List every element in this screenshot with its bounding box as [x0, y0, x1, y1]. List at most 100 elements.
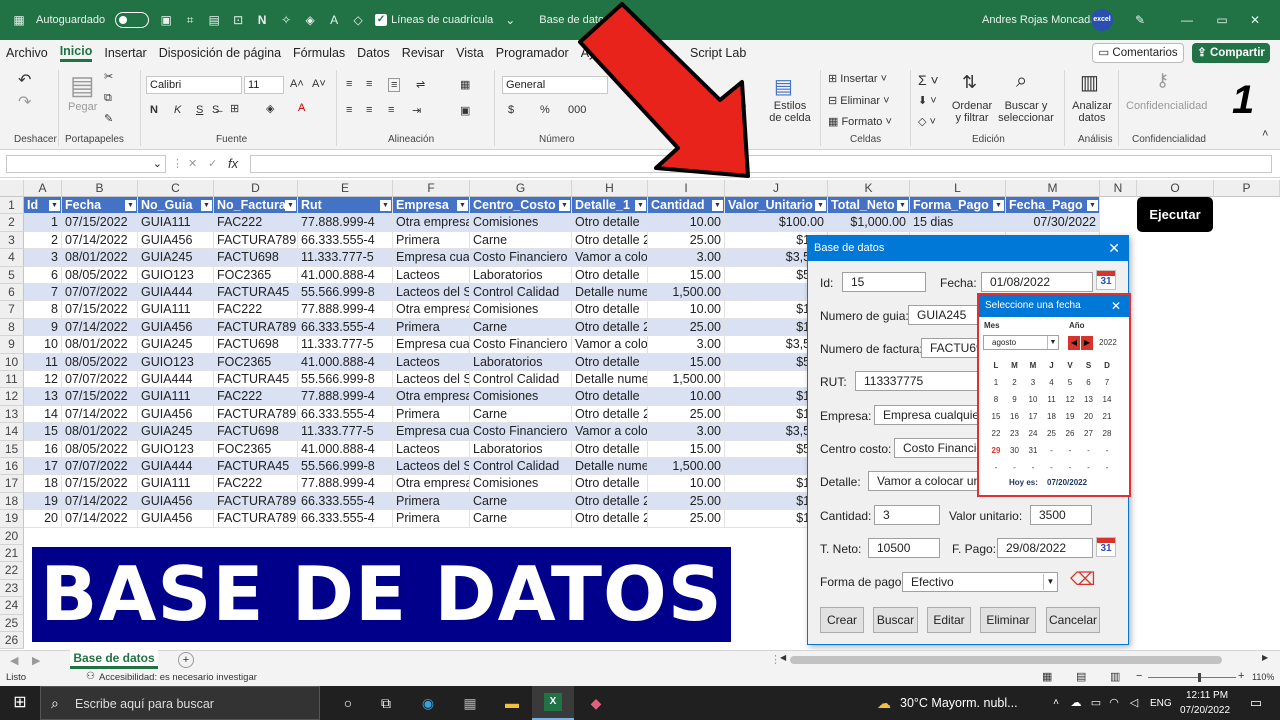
- table-header-cell[interactable]: Empresa ▼: [393, 197, 470, 215]
- calendar-day[interactable]: 8: [987, 395, 1005, 404]
- tab-base-de-datos[interactable]: Base de datos: [70, 650, 158, 669]
- filter-dropdown-icon[interactable]: ▼: [559, 200, 570, 211]
- calendar-day[interactable]: 29: [987, 446, 1005, 455]
- table-cell[interactable]: 07/14/2022: [62, 492, 138, 511]
- zoom-level[interactable]: 110%: [1252, 672, 1274, 682]
- table-cell[interactable]: GUIA456: [138, 510, 214, 528]
- table-cell[interactable]: 41.000.888-4: [298, 266, 393, 284]
- cantidad-field[interactable]: 3: [874, 505, 940, 525]
- column-header-k[interactable]: K: [828, 180, 910, 197]
- row-header-20[interactable]: 20: [0, 527, 24, 545]
- table-cell[interactable]: GUIO123: [138, 266, 214, 284]
- font-color-ribbon-icon[interactable]: A: [298, 102, 305, 114]
- table-cell[interactable]: 1,500.00: [648, 458, 725, 476]
- minimize-icon[interactable]: —: [1180, 13, 1194, 27]
- table-cell[interactable]: 07/15/2022: [62, 301, 138, 319]
- row-header-14[interactable]: 14: [0, 423, 24, 441]
- table-cell[interactable]: 25.00: [648, 231, 725, 250]
- fpago-field[interactable]: 29/08/2022: [997, 538, 1093, 558]
- fill-down-icon[interactable]: ⬇ ˅: [918, 94, 937, 107]
- paste-icon[interactable]: ▤: [207, 13, 221, 27]
- table-cell[interactable]: 25.00: [648, 510, 725, 528]
- table-cell[interactable]: 10.00: [648, 301, 725, 319]
- menu-insertar[interactable]: Insertar: [104, 46, 146, 60]
- table-header-cell[interactable]: Detalle_1 ▼: [572, 197, 648, 215]
- network-icon[interactable]: ▭: [1086, 693, 1106, 713]
- paste-icon-big[interactable]: ▤: [70, 70, 95, 101]
- table-cell[interactable]: 77.888.999-4: [298, 301, 393, 319]
- table-cell[interactable]: Costo Financiero: [470, 336, 572, 354]
- table-cell[interactable]: 07/07/2022: [62, 458, 138, 476]
- table-cell[interactable]: Otra empresa: [393, 475, 470, 493]
- empresa-field[interactable]: Empresa cualquiera: [874, 405, 978, 425]
- zoom-in-icon[interactable]: +: [1238, 670, 1244, 682]
- table-cell[interactable]: Lacteos del S: [393, 371, 470, 389]
- table-cell[interactable]: GUIA111: [138, 388, 214, 406]
- table-cell[interactable]: $100.00: [725, 214, 828, 232]
- excel-taskbar-icon[interactable]: X: [532, 686, 574, 720]
- weather-icon[interactable]: ☁: [874, 693, 894, 713]
- indent-icon[interactable]: ⇥: [412, 104, 421, 117]
- table-cell[interactable]: Otro detalle 2: [572, 510, 648, 528]
- table-header-cell[interactable]: No_Guia ▼: [138, 197, 214, 215]
- row-header-8[interactable]: 8: [0, 318, 24, 337]
- table-cell[interactable]: Control Calidad: [470, 371, 572, 389]
- filter-dropdown-icon[interactable]: ▼: [49, 200, 60, 211]
- table-cell[interactable]: 07/07/2022: [62, 371, 138, 389]
- calendar-day[interactable]: 28: [1098, 429, 1116, 438]
- table-cell[interactable]: 77.888.999-4: [298, 475, 393, 493]
- table-cell[interactable]: 17: [24, 458, 62, 476]
- table-cell[interactable]: 1,500.00: [648, 284, 725, 302]
- calendar-day[interactable]: 13: [1080, 395, 1098, 404]
- table-cell[interactable]: GUIA444: [138, 284, 214, 302]
- table-cell[interactable]: 15.00: [648, 440, 725, 458]
- table-cell[interactable]: 07/14/2022: [62, 405, 138, 424]
- table-cell[interactable]: GUIA245: [138, 423, 214, 441]
- table-cell[interactable]: 07/15/2022: [62, 214, 138, 232]
- column-header-o[interactable]: O: [1137, 180, 1214, 197]
- bold-icon[interactable]: N: [150, 104, 158, 116]
- table-cell[interactable]: Otro detalle: [572, 301, 648, 319]
- sort-filter-icon[interactable]: ⇅: [962, 72, 977, 93]
- task-view-icon[interactable]: ⧉: [376, 693, 396, 713]
- table-cell[interactable]: 55.566.999-8: [298, 284, 393, 302]
- table-cell[interactable]: 55.566.999-8: [298, 458, 393, 476]
- calendar-day[interactable]: 6: [1080, 378, 1098, 387]
- table-cell[interactable]: Carne: [470, 231, 572, 250]
- row-header-16[interactable]: 16: [0, 458, 24, 476]
- filter-dropdown-icon[interactable]: ▼: [380, 200, 391, 211]
- centro-field[interactable]: Costo Financiero: [894, 438, 978, 458]
- form-close-icon[interactable]: ✕: [1108, 236, 1120, 261]
- table-cell[interactable]: Vamor a colo: [572, 336, 648, 354]
- calendar-day[interactable]: 18: [1043, 412, 1061, 421]
- table-cell[interactable]: Lacteos: [393, 266, 470, 284]
- confirm-formula-icon[interactable]: ✓: [208, 157, 217, 170]
- table-cell[interactable]: GUIA245: [138, 249, 214, 267]
- format-painter-icon[interactable]: ✎: [104, 112, 113, 125]
- percent-icon[interactable]: %: [540, 104, 550, 116]
- table-cell[interactable]: 15.00: [648, 266, 725, 284]
- table-cell[interactable]: FOC2365: [214, 440, 298, 458]
- filter-dropdown-icon[interactable]: ▼: [897, 200, 908, 211]
- font-size-select[interactable]: 11: [244, 76, 284, 94]
- table-cell[interactable]: Laboratorios: [470, 353, 572, 371]
- table-cell[interactable]: Primera: [393, 492, 470, 511]
- table-cell[interactable]: Empresa cual: [393, 336, 470, 354]
- table-cell[interactable]: 66.333.555-4: [298, 231, 393, 250]
- table-cell[interactable]: 15.00: [648, 353, 725, 371]
- calendar-day[interactable]: 16: [1006, 412, 1024, 421]
- table-cell[interactable]: Otro detalle 2: [572, 492, 648, 511]
- table-cell[interactable]: Vamor a colo: [572, 249, 648, 267]
- eraser-icon[interactable]: ⌫: [1070, 569, 1095, 590]
- calendar-day[interactable]: 21: [1098, 412, 1116, 421]
- table-cell[interactable]: 15 dias: [910, 214, 1006, 232]
- align-right-icon[interactable]: ≡: [388, 104, 394, 116]
- table-header-cell[interactable]: Fecha_Pago ▼: [1006, 197, 1100, 215]
- tray-chevron-icon[interactable]: ˄: [1046, 693, 1066, 713]
- table-cell[interactable]: 77.888.999-4: [298, 388, 393, 406]
- align-left-icon[interactable]: ≡: [346, 104, 352, 116]
- table-header-cell[interactable]: Cantidad ▼: [648, 197, 725, 215]
- table-cell[interactable]: FAC222: [214, 388, 298, 406]
- menu-formulas[interactable]: Fórmulas: [293, 46, 345, 60]
- eraser-icon[interactable]: ◇: [351, 13, 365, 27]
